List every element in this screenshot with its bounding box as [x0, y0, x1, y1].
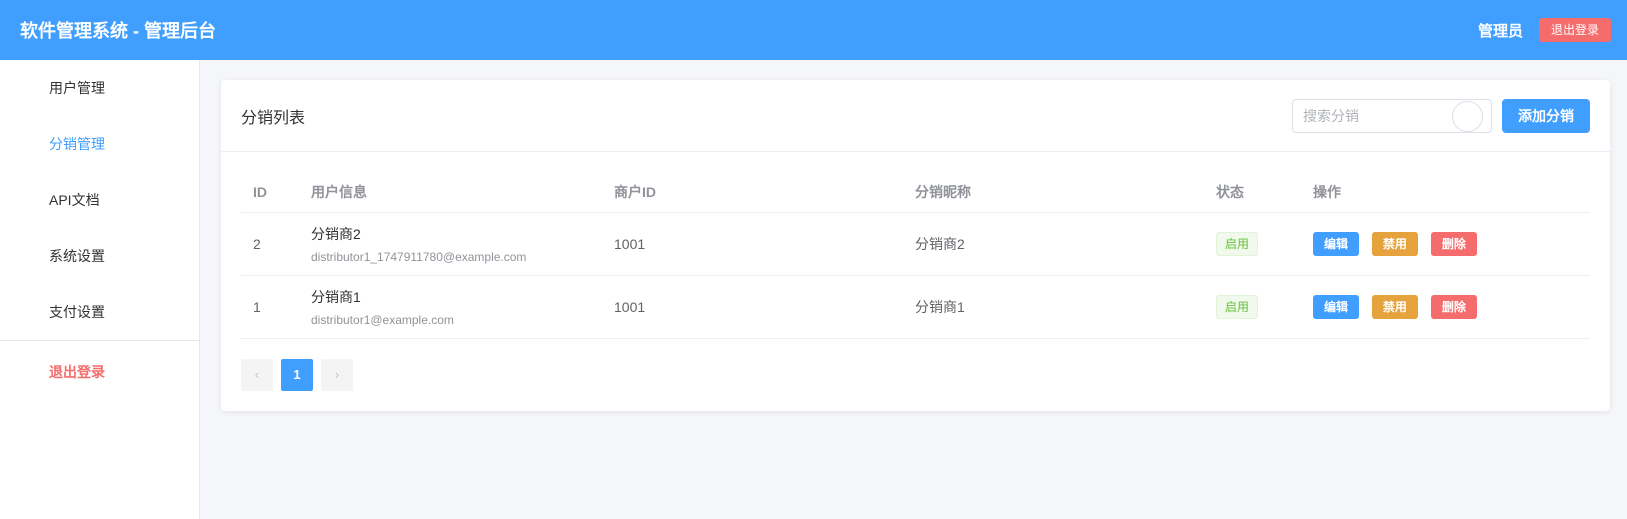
top-header: 软件管理系统 - 管理后台 管理员 退出登录	[0, 0, 1627, 60]
cell-actions: 编辑 禁用 删除	[1301, 275, 1590, 339]
admin-name: 管理员	[1477, 22, 1523, 40]
prev-page-button[interactable]: ‹	[241, 358, 273, 391]
cell-status: 启用	[1204, 275, 1301, 339]
cell-nickname: 分销商1	[903, 275, 1204, 339]
cell-merchant-id: 1001	[602, 275, 903, 339]
cell-user-info: 分销商2 distributor1_1747911780@example.com	[299, 212, 602, 276]
card-actions: 添加分销	[1292, 98, 1590, 133]
column-header-user-info: 用户信息	[299, 172, 602, 213]
app-title: 软件管理系统 - 管理后台	[20, 21, 216, 41]
pagination: ‹ 1 ›	[221, 339, 1610, 391]
status-badge: 启用	[1216, 294, 1259, 319]
distribution-card: 分销列表 添加分销 ID 用户信息 商户ID 分销昵称 状态 操作	[221, 80, 1610, 411]
column-header-actions: 操作	[1301, 172, 1590, 213]
user-email: distributor1_1747911780@example.com	[311, 249, 527, 264]
sidebar-item-distribution[interactable]: 分销管理	[0, 116, 199, 172]
column-header-id: ID	[241, 172, 299, 213]
search-box	[1292, 98, 1492, 133]
page-title: 分销列表	[241, 109, 306, 127]
sidebar-item-payment-settings[interactable]: 支付设置	[0, 284, 199, 340]
user-name: 分销商2	[311, 225, 361, 242]
table-row: 1 分销商1 distributor1@example.com 1001 分销商…	[241, 275, 1590, 339]
distribution-table: ID 用户信息 商户ID 分销昵称 状态 操作 2 分销商2 distribut…	[241, 172, 1590, 339]
cell-user-info: 分销商1 distributor1@example.com	[299, 275, 602, 339]
user-name: 分销商1	[311, 288, 361, 305]
add-distribution-button[interactable]: 添加分销	[1502, 98, 1590, 133]
header-right: 管理员 退出登录	[1478, 18, 1611, 42]
user-email: distributor1@example.com	[311, 312, 454, 327]
search-toggle[interactable]	[1452, 100, 1483, 132]
status-badge: 启用	[1216, 231, 1259, 256]
sidebar: 用户管理 分销管理 API文档 系统设置 支付设置 退出登录	[0, 60, 200, 519]
column-header-nickname: 分销昵称	[903, 172, 1204, 213]
page-1-button[interactable]: 1	[281, 358, 313, 391]
cell-merchant-id: 1001	[602, 212, 903, 276]
header-logout-button[interactable]: 退出登录	[1538, 18, 1611, 42]
disable-button[interactable]: 禁用	[1371, 231, 1418, 256]
sidebar-item-logout[interactable]: 退出登录	[0, 344, 199, 400]
cell-status: 启用	[1204, 212, 1301, 276]
table-header-row: ID 用户信息 商户ID 分销昵称 状态 操作	[241, 172, 1590, 213]
sidebar-divider	[0, 340, 199, 341]
cell-actions: 编辑 禁用 删除	[1301, 212, 1590, 276]
column-header-status: 状态	[1204, 172, 1301, 213]
table-wrap: ID 用户信息 商户ID 分销昵称 状态 操作 2 分销商2 distribut…	[221, 152, 1610, 339]
next-page-button[interactable]: ›	[321, 358, 353, 391]
edit-button[interactable]: 编辑	[1313, 231, 1360, 256]
sidebar-item-api-docs[interactable]: API文档	[0, 172, 199, 228]
column-header-merchant-id: 商户ID	[602, 172, 903, 213]
cell-nickname: 分销商2	[903, 212, 1204, 276]
edit-button[interactable]: 编辑	[1313, 294, 1360, 319]
cell-id: 2	[241, 212, 299, 276]
cell-id: 1	[241, 275, 299, 339]
delete-button[interactable]: 删除	[1430, 294, 1477, 319]
card-header: 分销列表 添加分销	[221, 80, 1610, 152]
sidebar-item-system-settings[interactable]: 系统设置	[0, 228, 199, 284]
sidebar-item-users[interactable]: 用户管理	[0, 60, 199, 116]
table-row: 2 分销商2 distributor1_1747911780@example.c…	[241, 212, 1590, 276]
disable-button[interactable]: 禁用	[1371, 294, 1418, 319]
delete-button[interactable]: 删除	[1430, 231, 1477, 256]
